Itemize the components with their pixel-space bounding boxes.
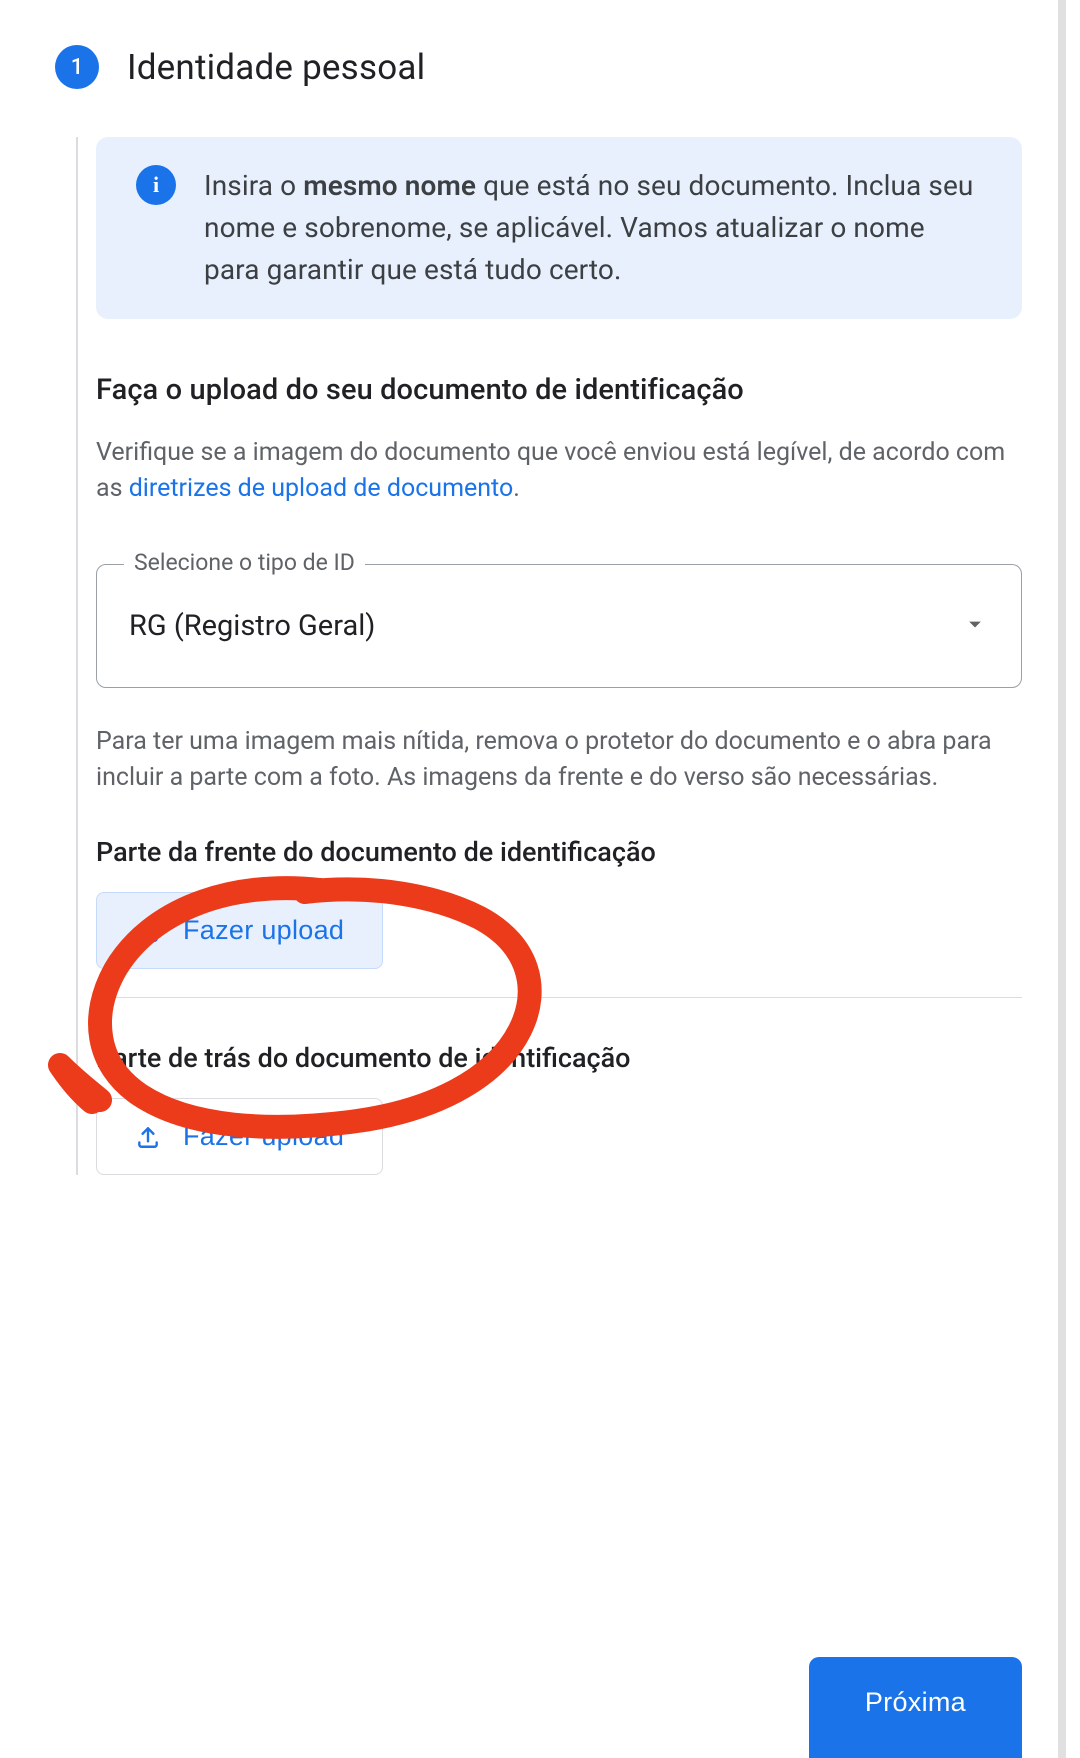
verify-text-after: . xyxy=(513,474,520,503)
upload-back-button[interactable]: Fazer upload xyxy=(96,1098,383,1175)
upload-back-label: Fazer upload xyxy=(183,1121,344,1152)
id-type-select-field: Selecione o tipo de ID RG (Registro Gera… xyxy=(96,564,1022,688)
id-type-select[interactable]: RG (Registro Geral) xyxy=(96,564,1022,688)
upload-front-label: Fazer upload xyxy=(183,915,344,946)
step-title: Identidade pessoal xyxy=(127,47,425,88)
id-type-select-label: Selecione o tipo de ID xyxy=(124,549,365,576)
next-button[interactable]: Próxima xyxy=(809,1657,1022,1758)
upload-heading: Faça o upload do seu documento de identi… xyxy=(96,373,1022,407)
step-header: 1 Identidade pessoal xyxy=(55,45,1080,89)
guidelines-link[interactable]: diretrizes de upload de documento xyxy=(129,474,514,503)
hint-text: Para ter uma imagem mais nítida, remova … xyxy=(96,724,1022,797)
step-number-badge: 1 xyxy=(55,45,99,89)
next-button-label: Próxima xyxy=(865,1687,966,1717)
step-number: 1 xyxy=(71,55,84,80)
upload-icon xyxy=(135,918,161,944)
upload-front-button[interactable]: Fazer upload xyxy=(96,892,383,969)
id-type-select-value: RG (Registro Geral) xyxy=(129,609,375,643)
right-scrollbar-track xyxy=(1058,0,1066,1758)
chevron-down-icon xyxy=(961,610,989,642)
info-card: i Insira o mesmo nome que está no seu do… xyxy=(96,137,1022,319)
info-text: Insira o mesmo nome que está no seu docu… xyxy=(204,165,982,291)
info-text-bold: mesmo nome xyxy=(303,169,476,202)
verify-text: Verifique se a imagem do documento que v… xyxy=(96,435,1022,508)
divider xyxy=(96,997,1022,998)
info-icon: i xyxy=(136,165,176,205)
upload-icon xyxy=(135,1124,161,1150)
info-text-before: Insira o xyxy=(204,169,303,202)
back-section-title: Parte de trás do documento de identifica… xyxy=(96,1042,1022,1074)
front-section-title: Parte da frente do documento de identifi… xyxy=(96,836,1022,868)
